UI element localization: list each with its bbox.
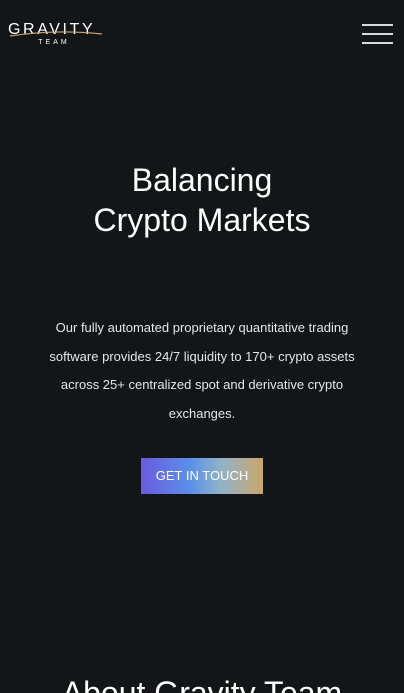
hamburger-icon-line-bottom <box>362 42 393 44</box>
get-in-touch-button[interactable]: GET IN TOUCH <box>141 458 263 494</box>
hamburger-menu-button[interactable] <box>362 24 394 46</box>
logo-subtext: TEAM <box>38 39 70 46</box>
site-header: GRAVITY TEAM <box>0 0 404 70</box>
hero-description: Our fully automated proprietary quantita… <box>49 320 355 421</box>
hero-title-line-1: Balancing <box>131 162 273 198</box>
hero-title: Balancing Crypto Markets <box>0 160 404 240</box>
hamburger-icon-line-top <box>362 24 393 26</box>
about-section-heading: About Gravity Team <box>61 675 343 693</box>
hero-title-line-2: Crypto Markets <box>93 202 311 238</box>
logo-swoosh-icon <box>9 31 103 37</box>
hero-section: Balancing Crypto Markets Our fully autom… <box>0 160 404 494</box>
hamburger-icon-line-middle <box>362 33 393 35</box>
logo-link[interactable]: GRAVITY TEAM <box>8 22 104 50</box>
